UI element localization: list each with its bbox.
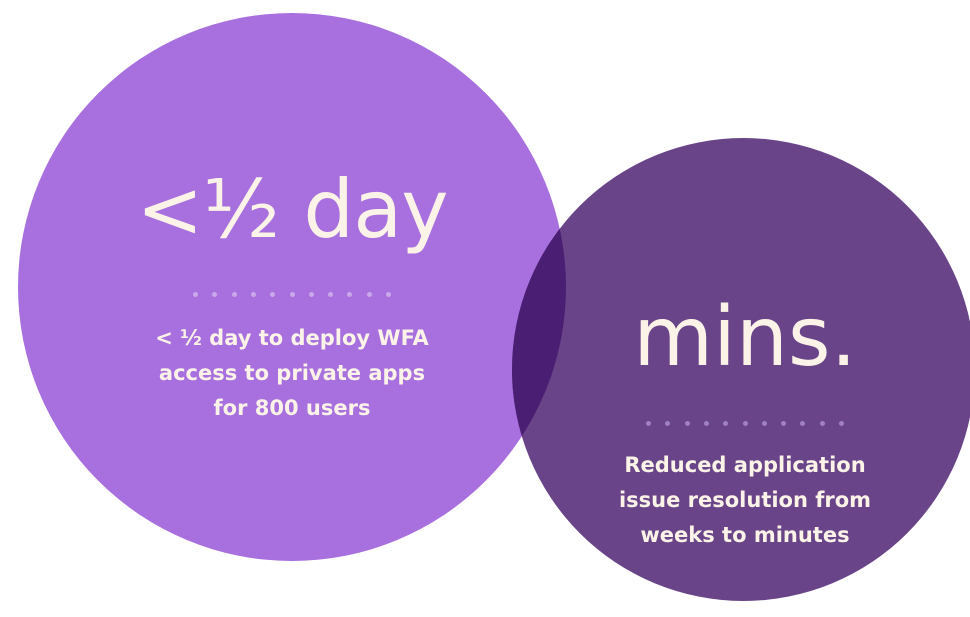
dot-divider	[545, 421, 945, 426]
stat-description-line: access to private apps	[158, 361, 426, 385]
stat-description: Reduced application issue resolution fro…	[545, 448, 945, 553]
stat-deploy-time: <½ day < ½ day to deploy WFA access to p…	[92, 170, 492, 426]
stat-description-line: for 800 users	[213, 396, 371, 420]
stat-value: <½ day	[136, 163, 448, 256]
stat-description-line: Reduced application	[624, 453, 866, 477]
stat-description-line: < ½ day to deploy WFA	[155, 326, 429, 350]
stat-value: mins.	[633, 290, 857, 385]
stat-description: < ½ day to deploy WFA access to private …	[92, 321, 492, 426]
stat-description-line: issue resolution from	[618, 488, 872, 512]
stat-description-line: weeks to minutes	[640, 523, 850, 547]
dot-divider	[92, 292, 492, 297]
stat-resolution-time: mins. Reduced application issue resoluti…	[545, 297, 945, 553]
